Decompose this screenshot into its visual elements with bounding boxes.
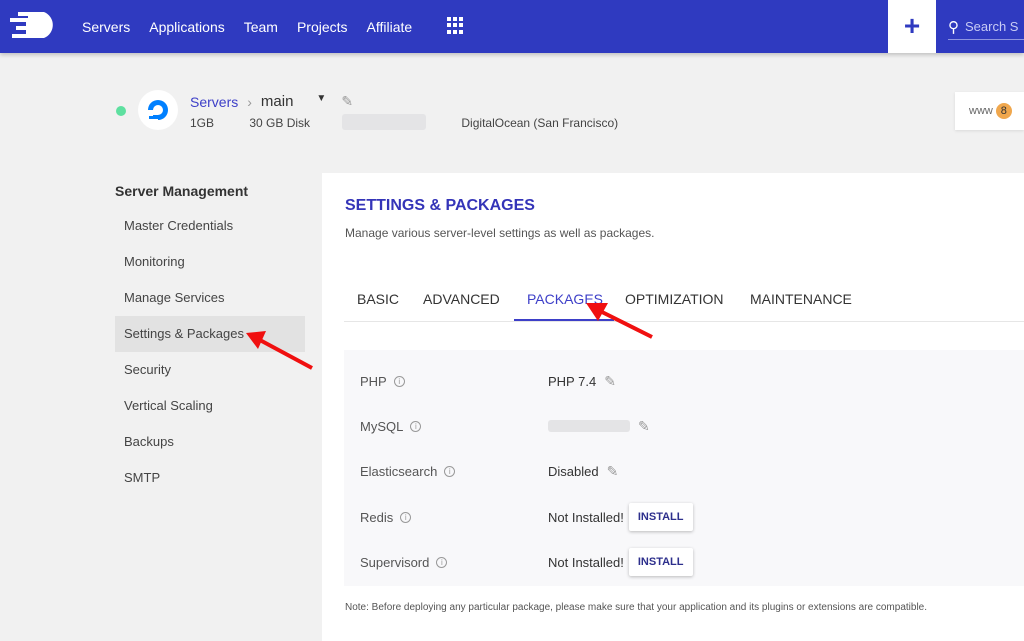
server-status-indicator xyxy=(116,106,126,116)
sidebar-item-security[interactable]: Security xyxy=(115,352,305,388)
page-title: SETTINGS & PACKAGES xyxy=(345,197,535,214)
nav-affiliate[interactable]: Affiliate xyxy=(367,19,413,35)
apps-grid-icon[interactable] xyxy=(447,17,464,34)
tab-basic[interactable]: BASIC xyxy=(357,291,399,307)
cloudways-logo[interactable] xyxy=(8,10,66,40)
package-row-redis: Redis i Not Installed! INSTALL xyxy=(360,503,960,531)
install-supervisord-button[interactable]: INSTALL xyxy=(628,548,693,576)
info-icon[interactable]: i xyxy=(436,556,448,568)
package-row-mysql: MySQL i ✎ xyxy=(360,417,650,435)
nav-servers[interactable]: Servers xyxy=(82,19,130,35)
sidebar-item-smtp[interactable]: SMTP xyxy=(115,460,305,496)
nav-team[interactable]: Team xyxy=(244,19,278,35)
info-icon[interactable]: i xyxy=(393,375,405,387)
settings-card: SETTINGS & PACKAGES Manage various serve… xyxy=(322,173,1024,641)
edit-pencil-icon[interactable]: ✎ xyxy=(607,463,619,480)
edit-pencil-icon[interactable]: ✎ xyxy=(638,418,650,435)
chevron-right-icon: › xyxy=(247,93,252,110)
breadcrumb-servers[interactable]: Servers xyxy=(190,94,238,110)
tab-bar: BASIC ADVANCED PACKAGES OPTIMIZATION MAI… xyxy=(344,279,1024,322)
install-redis-button[interactable]: INSTALL xyxy=(628,503,693,531)
info-icon[interactable]: i xyxy=(410,420,422,432)
info-icon[interactable]: i xyxy=(444,465,456,477)
digitalocean-logo xyxy=(138,90,178,130)
sidebar: Master Credentials Monitoring Manage Ser… xyxy=(115,208,305,496)
caret-down-icon[interactable]: ▼ xyxy=(316,93,326,104)
package-row-php: PHP i PHP 7.4 ✎ xyxy=(360,372,616,390)
breadcrumb: Servers › main ▼ ✎ xyxy=(190,93,353,110)
active-tab-indicator xyxy=(514,319,614,321)
sidebar-item-settings-packages[interactable]: Settings & Packages xyxy=(115,316,305,352)
sidebar-item-backups[interactable]: Backups xyxy=(115,424,305,460)
sidebar-item-master-credentials[interactable]: Master Credentials xyxy=(115,208,305,244)
tab-advanced[interactable]: ADVANCED xyxy=(423,291,500,307)
www-apps-badge[interactable]: www 8 xyxy=(955,92,1024,130)
nav-applications[interactable]: Applications xyxy=(149,19,225,35)
search-icon: ⚲ xyxy=(948,18,959,36)
sidebar-heading: Server Management xyxy=(115,183,249,199)
redacted-ip xyxy=(342,114,426,130)
package-row-supervisord: Supervisord i Not Installed! INSTALL xyxy=(360,548,960,576)
edit-pencil-icon[interactable]: ✎ xyxy=(341,93,353,110)
nav-projects[interactable]: Projects xyxy=(297,19,348,35)
edit-pencil-icon[interactable]: ✎ xyxy=(604,373,616,390)
info-icon[interactable]: i xyxy=(400,511,412,523)
package-row-elasticsearch: Elasticsearch i Disabled ✎ xyxy=(360,462,619,480)
tab-packages[interactable]: PACKAGES xyxy=(527,291,603,307)
tab-maintenance[interactable]: MAINTENANCE xyxy=(750,291,852,307)
sidebar-item-vertical-scaling[interactable]: Vertical Scaling xyxy=(115,388,305,424)
compatibility-note: Note: Before deploying any particular pa… xyxy=(345,602,928,613)
add-button[interactable]: + xyxy=(888,0,936,53)
redacted-mysql-version xyxy=(548,420,630,432)
page-subtitle: Manage various server-level settings as … xyxy=(345,226,655,240)
sidebar-item-monitoring[interactable]: Monitoring xyxy=(115,244,305,280)
top-nav-bar: Servers Applications Team Projects Affil… xyxy=(0,0,1024,53)
sidebar-item-manage-services[interactable]: Manage Services xyxy=(115,280,305,316)
tab-optimization[interactable]: OPTIMIZATION xyxy=(625,291,724,307)
search-input[interactable]: ⚲ Search S xyxy=(948,14,1024,40)
server-name: main xyxy=(260,93,294,110)
packages-list: PHP i PHP 7.4 ✎ MySQL i ✎ Elasticsearch i Di… xyxy=(344,350,1024,586)
